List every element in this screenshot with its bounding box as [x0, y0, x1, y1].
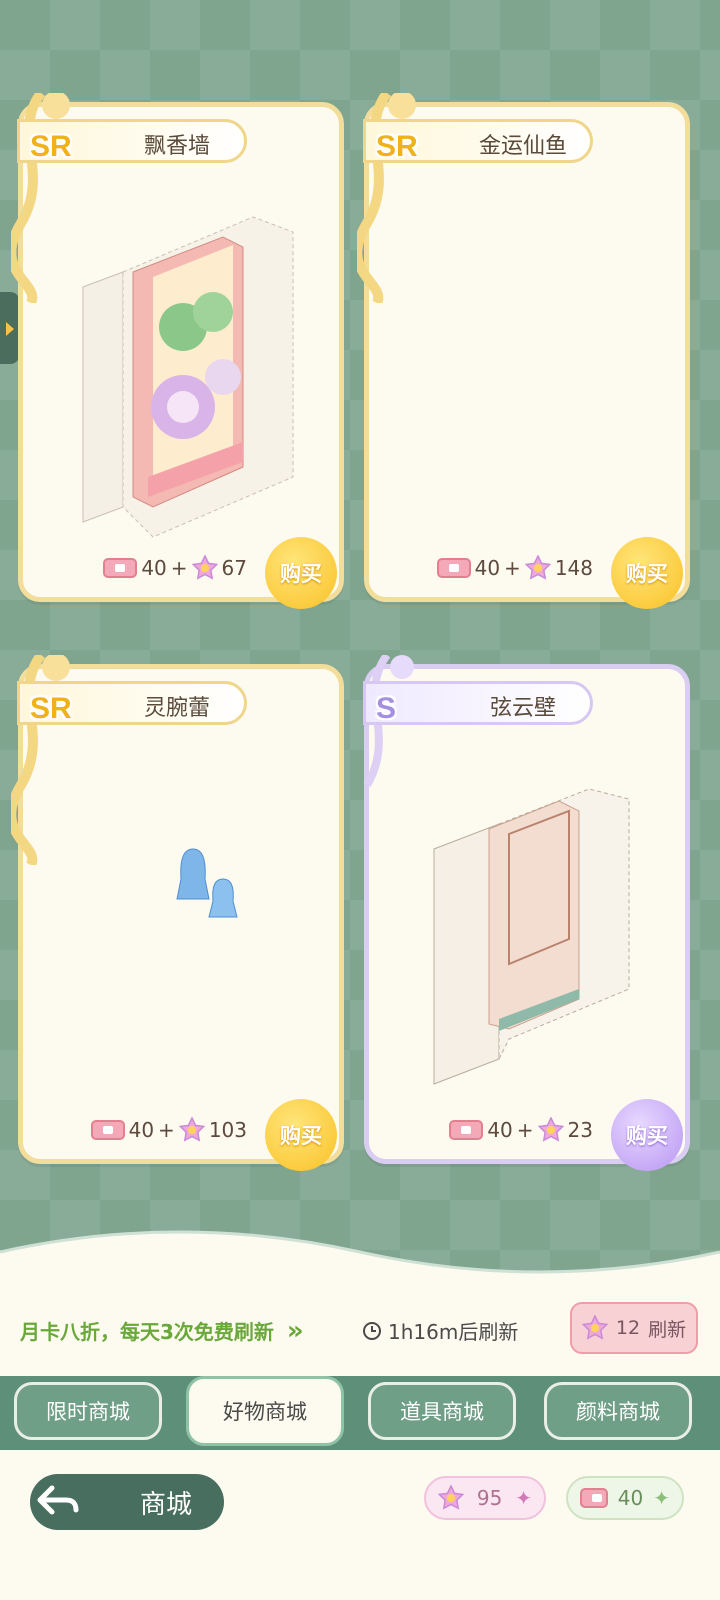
ticket-price: 40: [474, 556, 501, 580]
rarity-badge: SR: [376, 130, 418, 163]
star-currency-icon: [524, 555, 551, 580]
star-price: 148: [554, 556, 593, 580]
back-arrow-icon: [37, 1485, 79, 1515]
buy-button[interactable]: 购买: [265, 537, 337, 609]
plus-sign: +: [158, 1118, 175, 1142]
ticket-icon: [436, 558, 471, 578]
plus-sign: +: [504, 556, 521, 580]
shop-card-1[interactable]: SR 飘香墙 40 + 67 购买: [11, 93, 344, 609]
star-currency-icon: [537, 1117, 564, 1142]
price-row: 40 + 23: [449, 1117, 593, 1143]
add-icon[interactable]: ✦: [515, 1486, 532, 1510]
promo-text: 月卡八折，每天3次免费刷新: [20, 1320, 274, 1344]
tab-limited-shop[interactable]: 限时商城: [14, 1382, 162, 1440]
item-image: [433, 788, 630, 1085]
back-button[interactable]: 商城: [30, 1474, 224, 1530]
ticket-balance[interactable]: 40 ✦: [566, 1476, 684, 1520]
item-name: 金运仙鱼: [478, 134, 567, 159]
star-price: 67: [221, 556, 247, 580]
refresh-cost: 12: [615, 1317, 641, 1339]
double-chevron-icon: »: [286, 1316, 304, 1346]
ticket-icon: [103, 558, 138, 578]
shop-card-4[interactable]: S 弦云壁 40 + 23 购买: [363, 655, 690, 1171]
ticket-price: 40: [141, 556, 167, 580]
item-name: 弦云壁: [489, 696, 556, 721]
item-name-tag: S 弦云壁: [363, 681, 593, 725]
item-image: [82, 216, 294, 538]
buy-button[interactable]: 购买: [611, 1099, 683, 1171]
refresh-info-bar: 月卡八折，每天3次免费刷新 » 1h16m后刷新 12 刷新: [0, 1280, 720, 1376]
star-balance[interactable]: 95 ✦: [424, 1476, 546, 1520]
tab-paint-shop[interactable]: 颜料商城: [544, 1382, 692, 1440]
ticket-icon: [90, 1120, 125, 1140]
star-price: 103: [208, 1118, 247, 1142]
plus-sign: +: [170, 556, 188, 580]
rarity-badge: SR: [30, 130, 72, 163]
ticket-icon: [449, 1120, 484, 1140]
buy-button[interactable]: 购买: [611, 537, 683, 609]
chevron-right-icon: [6, 322, 14, 336]
star-currency-icon: [191, 555, 218, 580]
item-name-tag: SR 灵腕蕾: [17, 681, 247, 725]
price-row: 40 + 148: [436, 555, 593, 581]
item-name: 灵腕蕾: [143, 696, 210, 721]
refresh-label: 刷新: [648, 1318, 687, 1341]
buy-button[interactable]: 购买: [265, 1099, 337, 1171]
refresh-timer: 1h16m后刷新: [362, 1316, 518, 1345]
item-image: [176, 848, 238, 918]
star-price: 23: [567, 1118, 593, 1142]
rarity-badge: SR: [30, 692, 72, 725]
ticket-price: 40: [487, 1118, 513, 1142]
wave-divider: [0, 1230, 720, 1282]
star-balance-value: 95: [476, 1486, 503, 1510]
ticket-icon: [580, 1488, 608, 1508]
item-name: 飘香墙: [143, 134, 210, 159]
star-currency-icon: [438, 1485, 464, 1510]
item-name-tag: SR 飘香墙: [17, 119, 247, 163]
item-name-tag: SR 金运仙鱼: [363, 119, 593, 163]
shop-card-3[interactable]: SR 灵腕蕾 40 + 103 购买: [11, 655, 344, 1171]
page-title: 商城: [140, 1489, 193, 1520]
bottom-bar: 商城 95 ✦ 40 ✦: [0, 1450, 720, 1600]
rarity-badge: S: [376, 692, 397, 725]
shop-card-2[interactable]: SR 金运仙鱼 40 + 148 购买: [357, 93, 690, 609]
clock-icon: [363, 1321, 381, 1340]
tab-goods-shop[interactable]: 好物商城: [186, 1376, 344, 1446]
add-icon[interactable]: ✦: [653, 1486, 670, 1510]
ticket-balance-value: 40: [617, 1486, 644, 1510]
ticket-price: 40: [128, 1118, 155, 1142]
star-currency-icon: [581, 1315, 608, 1340]
price-row: 40 + 67: [103, 555, 247, 581]
shop-tabs: 限时商城 好物商城 道具商城 颜料商城: [0, 1376, 720, 1450]
refresh-button[interactable]: 12 刷新: [570, 1302, 698, 1354]
plus-sign: +: [516, 1118, 534, 1142]
tab-items-shop[interactable]: 道具商城: [368, 1382, 516, 1440]
monthly-card-promo[interactable]: 月卡八折，每天3次免费刷新 »: [20, 1316, 304, 1346]
price-row: 40 + 103: [90, 1117, 247, 1143]
timer-text: 1h16m后刷新: [388, 1320, 519, 1344]
star-currency-icon: [178, 1117, 205, 1142]
